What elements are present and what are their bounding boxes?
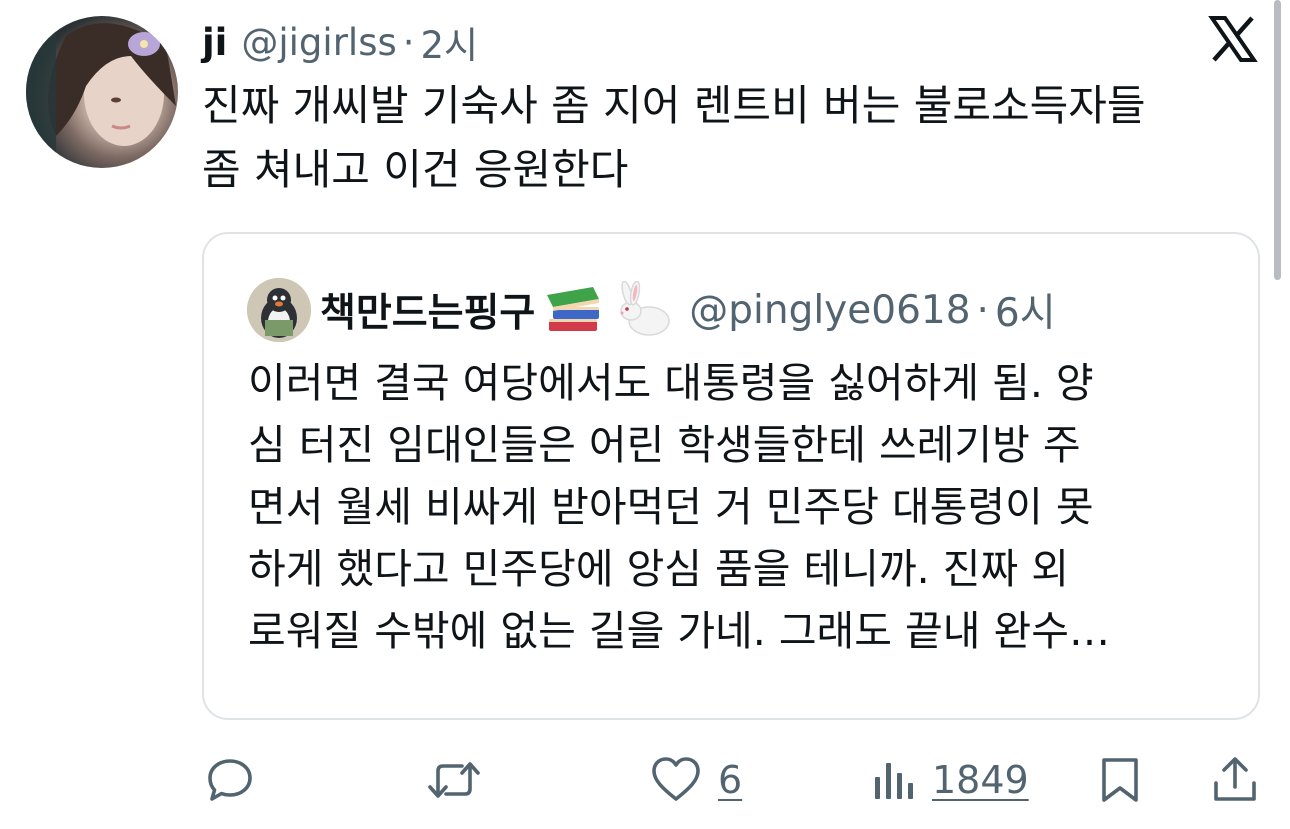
rabbit-emoji-icon xyxy=(613,280,675,339)
scrollbar[interactable] xyxy=(1274,0,1281,280)
quoted-tweet-card[interactable]: 책만드는핑구 @pinglye0618 · 6시 이러면 결국 여당에서도 대통… xyxy=(202,232,1260,720)
like-count[interactable]: 6 xyxy=(718,758,742,802)
quoted-text-line: 로워질 수밖에 없는 길을 가네. 그래도 끝내 완수… xyxy=(248,607,1110,655)
quoted-author-handle[interactable]: @pinglye0618 xyxy=(689,288,970,333)
quoted-text-line: 이러면 결국 여당에서도 대통령을 싫어하게 됨. 양 xyxy=(248,359,1094,407)
quoted-tweet-text: 이러면 결국 여당에서도 대통령을 싫어하게 됨. 양 심 터진 임대인들은 어… xyxy=(248,352,1228,662)
views-count[interactable]: 1849 xyxy=(932,758,1029,802)
profile-photo-icon xyxy=(26,16,176,168)
books-emoji-icon xyxy=(543,281,605,339)
views-icon xyxy=(875,763,913,799)
quoted-text-line: 심 터진 임대인들은 어린 학생들한테 쓰레기방 주 xyxy=(248,421,1081,469)
views-button[interactable]: 1849 xyxy=(872,752,1029,808)
share-icon xyxy=(1214,757,1256,801)
tweet-text: 진짜 개씨발 기숙사 좀 지어 렌트비 버는 불로소득자들 좀 쳐내고 이건 응… xyxy=(202,74,1262,202)
quoted-author-display-name[interactable]: 책만드는핑구 xyxy=(320,282,535,338)
like-button[interactable]: 6 xyxy=(650,752,742,808)
quoted-tweet-header: 책만드는핑구 @pinglye0618 · 6시 xyxy=(320,276,1056,344)
retweet-icon xyxy=(428,762,480,798)
reply-icon xyxy=(208,759,252,801)
quoted-text-line: 하게 했다고 민주당에 앙심 품을 테니까. 진짜 외 xyxy=(248,545,1069,593)
quoted-tweet-timestamp[interactable]: 6시 xyxy=(995,282,1056,338)
bookmark-button[interactable] xyxy=(1098,752,1142,808)
tweet: ji @jigirlss · 2시 진짜 개씨발 기숙사 좀 지어 렌트비 버는… xyxy=(0,0,1290,829)
share-button[interactable] xyxy=(1210,752,1260,808)
reply-button[interactable] xyxy=(205,752,255,808)
bookmark-icon xyxy=(1102,758,1138,802)
x-logo-icon[interactable] xyxy=(1208,14,1258,64)
tweet-header: ji @jigirlss · 2시 xyxy=(202,14,478,70)
header-separator: · xyxy=(402,20,415,64)
author-display-name[interactable]: ji xyxy=(202,21,227,64)
quoted-author-avatar[interactable] xyxy=(247,278,311,342)
heart-icon xyxy=(652,757,700,801)
tweet-text-line: 진짜 개씨발 기숙사 좀 지어 렌트비 버는 불로소득자들 xyxy=(202,81,1146,130)
quoted-text-line: 면서 월세 비싸게 받아먹던 거 민주당 대통령이 못 xyxy=(248,483,1094,531)
author-handle[interactable]: @jigirlss xyxy=(241,21,396,64)
tweet-text-line: 좀 쳐내고 이건 응원한다 xyxy=(202,145,629,194)
tweet-action-bar: 6 1849 xyxy=(0,740,1290,820)
author-avatar[interactable] xyxy=(26,16,178,168)
quoted-header-separator: · xyxy=(976,287,989,333)
penguin-avatar-icon xyxy=(247,278,311,342)
tweet-timestamp[interactable]: 2시 xyxy=(421,15,479,69)
retweet-button[interactable] xyxy=(426,752,482,808)
